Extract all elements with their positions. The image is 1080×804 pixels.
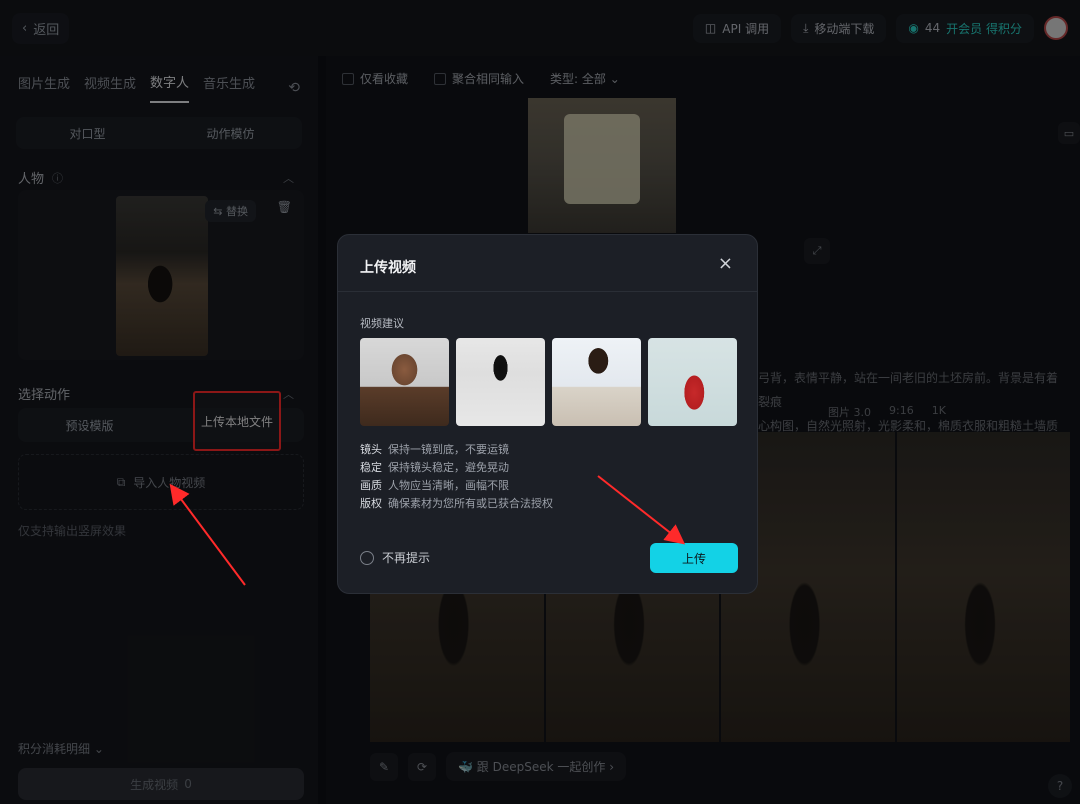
tip-value: 保持镜头稳定，避免晃动 xyxy=(388,461,509,474)
tip-item: 镜头 保持一镜到底，不要运镜 xyxy=(360,441,737,459)
close-icon[interactable]: × xyxy=(718,253,733,274)
tip-key: 镜头 xyxy=(360,443,382,456)
tip-value: 确保素材为您所有或已获合法授权 xyxy=(388,497,553,510)
tip-key: 稳定 xyxy=(360,461,382,474)
tip-item: 画质 人物应当清晰，画幅不限 xyxy=(360,477,737,495)
tip-item: 稳定 保持镜头稳定，避免晃动 xyxy=(360,459,737,477)
tip-value: 保持一镜到底，不要运镜 xyxy=(388,443,509,456)
dont-remind-toggle[interactable]: 不再提示 xyxy=(360,549,430,566)
suggestion-thumbnail xyxy=(360,338,449,426)
divider xyxy=(338,291,757,292)
dont-remind-label: 不再提示 xyxy=(382,551,431,565)
video-suggestion-label: 视频建议 xyxy=(360,317,404,330)
suggestion-thumbnail xyxy=(648,338,737,426)
modal-title: 上传视频 xyxy=(360,260,416,276)
suggestion-thumbnail xyxy=(456,338,545,426)
upload-video-modal: 上传视频 × 视频建议 镜头 保持一镜到底，不要运镜 稳定 保持镜头稳定，避免晃动 … xyxy=(337,234,758,594)
suggestion-thumbnails xyxy=(360,338,737,426)
radio-icon xyxy=(360,550,374,565)
tip-key: 版权 xyxy=(360,497,382,510)
tip-key: 画质 xyxy=(360,479,382,492)
tip-item: 版权 确保素材为您所有或已获合法授权 xyxy=(360,495,737,513)
suggestion-thumbnail xyxy=(552,338,641,426)
upload-button[interactable]: 上传 xyxy=(650,543,738,573)
tips-list: 镜头 保持一镜到底，不要运镜 稳定 保持镜头稳定，避免晃动 画质 人物应当清晰，画幅不… xyxy=(360,441,737,513)
tip-value: 人物应当清晰，画幅不限 xyxy=(388,479,509,492)
